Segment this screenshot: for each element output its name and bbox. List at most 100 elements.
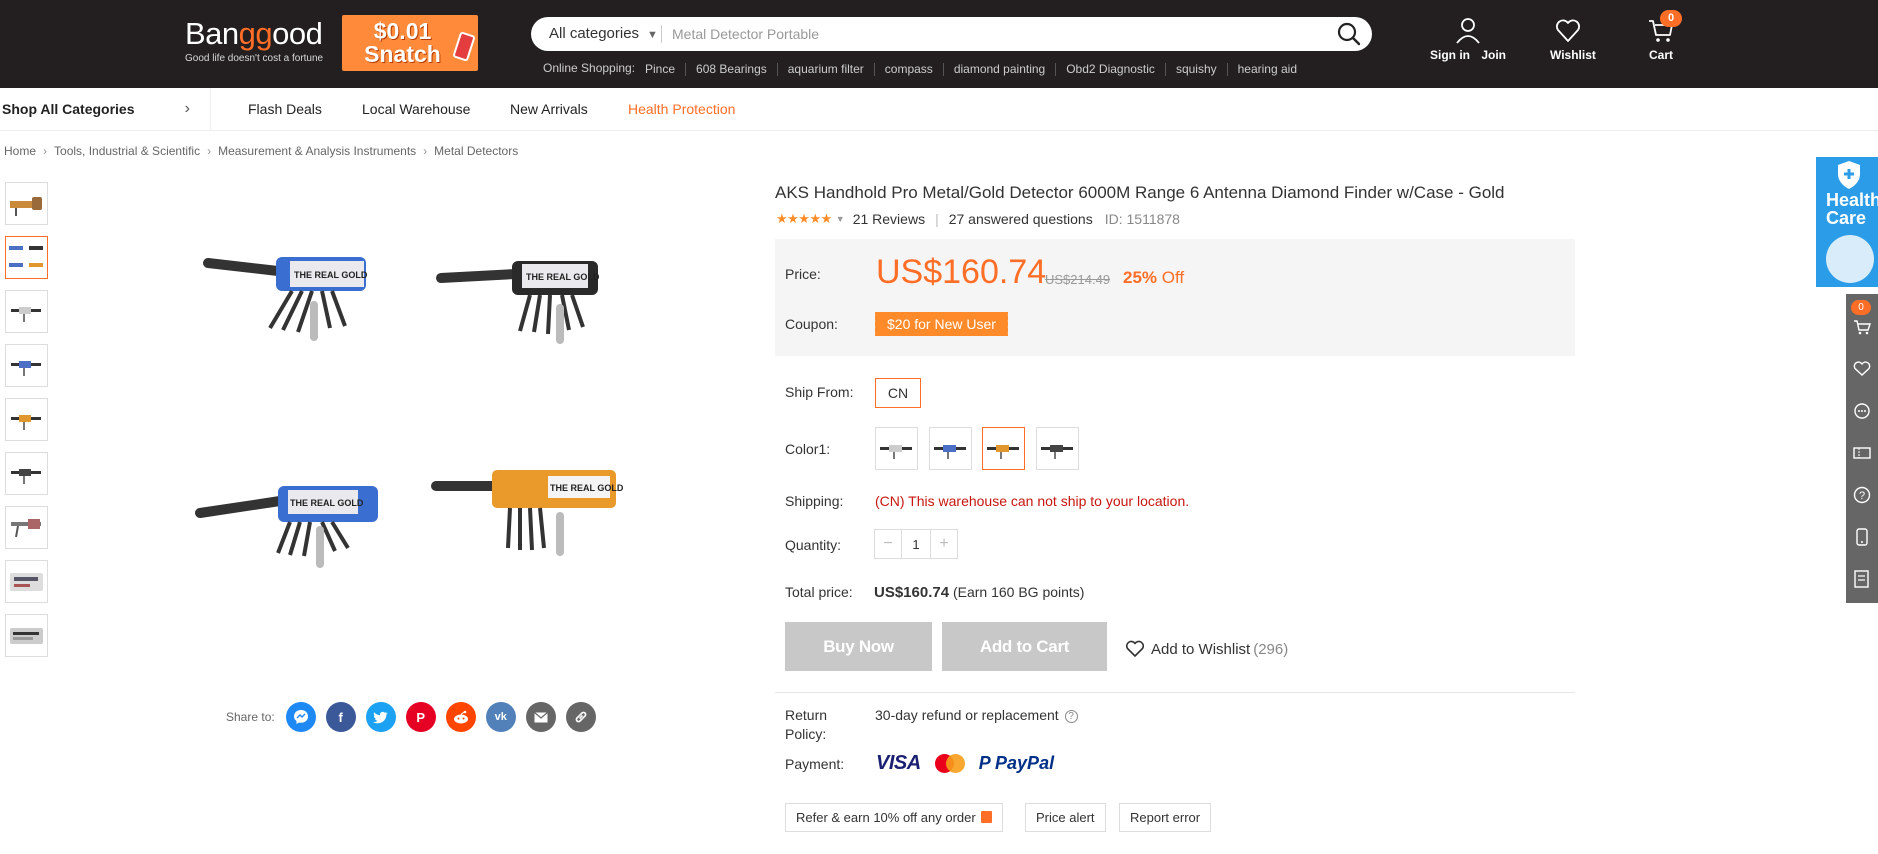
refer-earn-label: Refer & earn 10% off any order xyxy=(796,810,976,825)
vk-icon[interactable]: vk xyxy=(485,702,516,732)
health-care-line2: Care xyxy=(1826,208,1867,228)
breadcrumb-link[interactable]: Measurement & Analysis Instruments xyxy=(218,144,416,158)
reddit-icon[interactable] xyxy=(445,702,476,732)
search-input[interactable] xyxy=(672,22,1312,46)
phone-icon xyxy=(452,31,476,62)
chat-icon[interactable] xyxy=(1846,392,1878,430)
heart-icon xyxy=(1556,19,1580,42)
shipping-label: Shipping: xyxy=(785,493,844,509)
divider xyxy=(775,692,1575,693)
caret-down-icon[interactable]: ▼ xyxy=(836,214,845,224)
thumbnail[interactable] xyxy=(5,506,48,549)
thumbnail[interactable] xyxy=(5,182,48,225)
main-product-image[interactable]: THE REAL GOLD THE REAL GOLD THE REAL GOL… xyxy=(170,228,650,598)
ship-from-label: Ship From: xyxy=(785,384,854,400)
twitter-icon[interactable] xyxy=(365,702,396,732)
breadcrumb-separator-icon: › xyxy=(423,144,428,158)
search-icon[interactable] xyxy=(1336,22,1362,46)
thumbnail[interactable] xyxy=(5,560,48,603)
hot-search-link[interactable]: compass xyxy=(873,63,943,76)
price-alert-button[interactable]: Price alert xyxy=(1025,803,1106,832)
quantity-input[interactable] xyxy=(901,530,931,558)
thumbnail[interactable] xyxy=(5,236,48,279)
nav-new-arrivals[interactable]: New Arrivals xyxy=(510,88,588,130)
hot-search-link[interactable]: Pince xyxy=(645,63,685,76)
wishlist-label: Wishlist xyxy=(1550,48,1596,62)
mobile-icon[interactable] xyxy=(1846,518,1878,556)
header-wishlist[interactable]: Wishlist xyxy=(1550,16,1596,62)
hot-search-link[interactable]: 608 Bearings xyxy=(685,63,777,76)
feedback-icon[interactable] xyxy=(1846,560,1878,598)
plus-icon[interactable]: + xyxy=(931,530,957,558)
total-price-value: US$160.74 xyxy=(874,584,950,601)
breadcrumb-link[interactable]: Home xyxy=(4,144,36,158)
reviews-link[interactable]: 21 Reviews xyxy=(853,211,925,227)
category-select[interactable]: All categories ▼ xyxy=(549,25,658,42)
side-toolbar: ? xyxy=(1846,294,1878,603)
star-rating[interactable]: ★★★★★ xyxy=(776,211,832,227)
hot-search-link[interactable]: Obd2 Diagnostic xyxy=(1055,63,1165,76)
health-care-widget[interactable]: Health Care xyxy=(1816,157,1878,287)
heart-icon[interactable] xyxy=(1846,350,1878,388)
messenger-icon[interactable] xyxy=(285,702,316,732)
hot-search-link[interactable]: squishy xyxy=(1164,63,1227,76)
color-option-blue[interactable] xyxy=(929,427,972,470)
account-menu: Sign in Join xyxy=(1428,16,1508,62)
nav-health-protection[interactable]: Health Protection xyxy=(628,88,735,130)
nav-flash-deals[interactable]: Flash Deals xyxy=(248,88,322,130)
cart-count-badge: 0 xyxy=(1660,10,1682,27)
thumbnail[interactable] xyxy=(5,452,48,495)
color-option-silver[interactable] xyxy=(875,427,918,470)
thumbnail[interactable] xyxy=(5,614,48,657)
discount-word: Off xyxy=(1161,268,1185,287)
minus-icon[interactable]: − xyxy=(875,530,901,558)
paypal-wordmark: PayPal xyxy=(995,753,1055,773)
facebook-icon[interactable]: f xyxy=(325,702,356,732)
add-to-wishlist-button[interactable]: Add to Wishlist (296) xyxy=(1125,640,1288,658)
heart-icon xyxy=(1125,640,1145,657)
buy-now-button[interactable]: Buy Now xyxy=(785,622,932,671)
price-label: Price: xyxy=(785,266,821,282)
share-bar: Share to: f P vk xyxy=(226,702,606,732)
paypal-logo: P PayPal xyxy=(978,753,1055,773)
join-link[interactable]: Join xyxy=(1481,48,1506,62)
breadcrumb-link[interactable]: Tools, Industrial & Scientific xyxy=(54,144,200,158)
coupon-ticket[interactable]: $20 for New User xyxy=(873,312,1008,336)
add-to-cart-button[interactable]: Add to Cart xyxy=(942,622,1107,671)
user-icon xyxy=(1456,18,1480,44)
nav-local-warehouse[interactable]: Local Warehouse xyxy=(362,88,470,130)
ship-from-option[interactable]: CN xyxy=(875,378,921,408)
link-icon[interactable] xyxy=(565,702,596,732)
banggood-logo[interactable]: Banggood Good life doesn't cost a fortun… xyxy=(185,16,335,64)
refer-earn-button[interactable]: Refer & earn 10% off any order xyxy=(785,803,1003,832)
hot-search-link[interactable]: aquarium filter xyxy=(776,63,874,76)
email-icon[interactable] xyxy=(525,702,556,732)
help-icon[interactable]: ? xyxy=(1846,476,1878,514)
thumbnail[interactable] xyxy=(5,344,48,387)
questions-link[interactable]: 27 answered questions xyxy=(949,211,1093,227)
payment-methods: VISA P PayPal xyxy=(876,752,1054,775)
product-id: ID: 1511878 xyxy=(1104,211,1180,227)
thumbnail[interactable] xyxy=(5,398,48,441)
sign-in-link[interactable]: Sign in xyxy=(1430,48,1470,62)
thumbnail[interactable] xyxy=(5,290,48,333)
logo-tagline: Good life doesn't cost a fortune xyxy=(185,53,324,64)
hot-search-link[interactable]: diamond painting xyxy=(942,63,1055,76)
side-cart-badge: 0 xyxy=(1851,300,1871,315)
help-icon[interactable]: ? xyxy=(1064,710,1078,723)
color-option-gold[interactable] xyxy=(982,427,1025,470)
hot-search-link[interactable]: hearing aid xyxy=(1226,63,1307,76)
color-option-black[interactable] xyxy=(1036,427,1079,470)
report-error-button[interactable]: Report error xyxy=(1119,803,1212,832)
return-policy-label: Return Policy: xyxy=(785,707,828,742)
product-detector-blue-2: THE REAL GOLD xyxy=(195,486,378,568)
add-to-wishlist-label: Add to Wishlist xyxy=(1151,640,1251,658)
visa-logo: VISA xyxy=(876,752,921,774)
share-label: Share to: xyxy=(226,710,275,724)
snatch-promo-banner[interactable]: $0.01 Snatch xyxy=(342,15,478,71)
breadcrumb-link[interactable]: Metal Detectors xyxy=(434,144,518,158)
total-price-label: Total price: xyxy=(785,584,853,600)
coupon-icon[interactable] xyxy=(1846,434,1878,472)
pinterest-icon[interactable]: P xyxy=(405,702,436,732)
shop-all-categories[interactable]: Shop All Categories › xyxy=(0,88,211,130)
